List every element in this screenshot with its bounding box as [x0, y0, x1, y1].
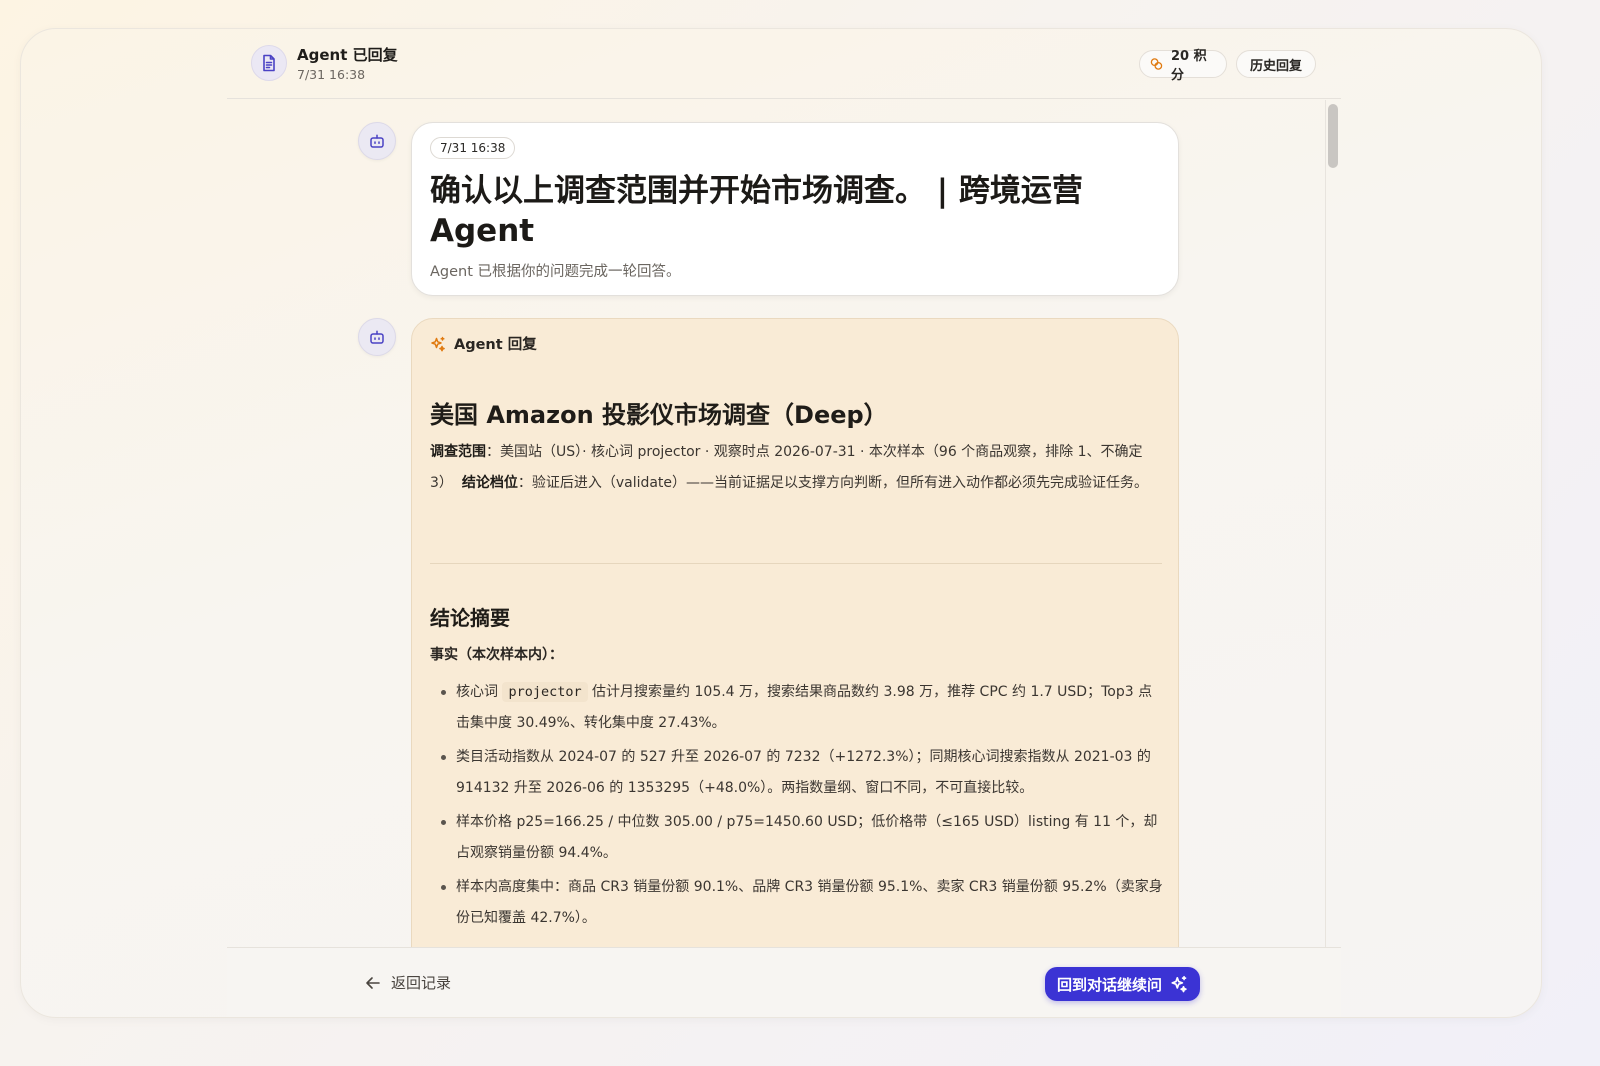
report-heading: 美国 Amazon 投影仪市场调查（Deep）	[430, 401, 888, 429]
facts-label: 事实（本次样本内）：	[430, 647, 563, 663]
scrollbar-thumb[interactable]	[1328, 104, 1338, 168]
reply-scroll-area[interactable]: 7/31 16:38 确认以上调查范围并开始市场调查。 | 跨境运营 Agent…	[227, 100, 1341, 947]
panel-footer: 返回记录 回到对话继续问	[227, 947, 1341, 1017]
summary-heading: 结论摘要	[430, 606, 510, 630]
scope-label: 调查范围	[430, 444, 486, 460]
timestamp-chip: 7/31 16:38	[430, 137, 516, 159]
prompt-card: 7/31 16:38 确认以上调查范围并开始市场调查。 | 跨境运营 Agent…	[411, 122, 1179, 296]
conclusion-label: 结论档位	[461, 475, 518, 491]
continue-label: 回到对话继续问	[1057, 975, 1163, 994]
robot-icon	[358, 122, 396, 160]
list-item: 核心词 projector 估计月搜索量约 105.4 万，搜索结果商品数约 3…	[430, 677, 1164, 738]
coins-icon	[1150, 58, 1163, 70]
continue-chat-button[interactable]: 回到对话继续问	[1045, 967, 1201, 1001]
prompt-subtitle: Agent 已根据你的问题完成一轮回答。	[430, 264, 681, 280]
sparkle-icon	[431, 336, 445, 351]
document-icon	[251, 45, 287, 81]
header-title: Agent 已回复	[297, 46, 398, 64]
inline-code: projector	[502, 682, 588, 702]
bullet-text: 核心词	[456, 684, 503, 700]
app-window: Agent 已回复 7/31 16:38 20 积分 历史回复 7/31 16:…	[20, 28, 1542, 1018]
robot-icon	[358, 318, 396, 356]
reply-detail-panel: Agent 已回复 7/31 16:38 20 积分 历史回复 7/31 16:…	[227, 29, 1341, 1017]
points-label: 20 积分	[1170, 49, 1207, 83]
back-label: 返回记录	[391, 974, 452, 992]
header-time: 7/31 16:38	[297, 67, 366, 82]
scrollbar[interactable]	[1325, 100, 1341, 947]
agent-reply-card: Agent 回复 美国 Amazon 投影仪市场调查（Deep） 调查范围：美国…	[411, 318, 1179, 947]
list-item: 类目活动指数从 2024-07 的 527 升至 2026-07 的 7232（…	[430, 742, 1164, 803]
list-item: 样本价格 p25=166.25 / 中位数 305.00 / p75=1450.…	[430, 807, 1164, 868]
back-to-records-button[interactable]: 返回记录	[365, 972, 451, 993]
reply-card-header: Agent 回复	[430, 333, 537, 354]
list-item: 样本内高度集中：商品 CR3 销量份额 90.1%、品牌 CR3 销量份额 95…	[430, 872, 1164, 933]
history-button[interactable]: 历史回复	[1236, 50, 1316, 78]
conclusion-text: ：验证后进入（validate）——当前证据足以支撑方向判断，但所有进入动作都必…	[517, 475, 1149, 491]
prompt-title: 确认以上调查范围并开始市场调查。 | 跨境运营 Agent	[430, 173, 1083, 249]
sparkle-icon	[1171, 975, 1187, 993]
section-divider	[430, 563, 1162, 564]
points-badge[interactable]: 20 积分	[1139, 49, 1227, 83]
panel-header: Agent 已回复 7/31 16:38 20 积分 历史回复	[227, 29, 1341, 99]
scope-paragraph: 调查范围：美国站（US）· 核心词 projector · 观察时点 2026-…	[430, 437, 1164, 499]
arrow-left-icon	[366, 976, 380, 989]
facts-list: 核心词 projector 估计月搜索量约 105.4 万，搜索结果商品数约 3…	[430, 677, 1164, 937]
reply-card-label: Agent 回复	[454, 337, 537, 353]
